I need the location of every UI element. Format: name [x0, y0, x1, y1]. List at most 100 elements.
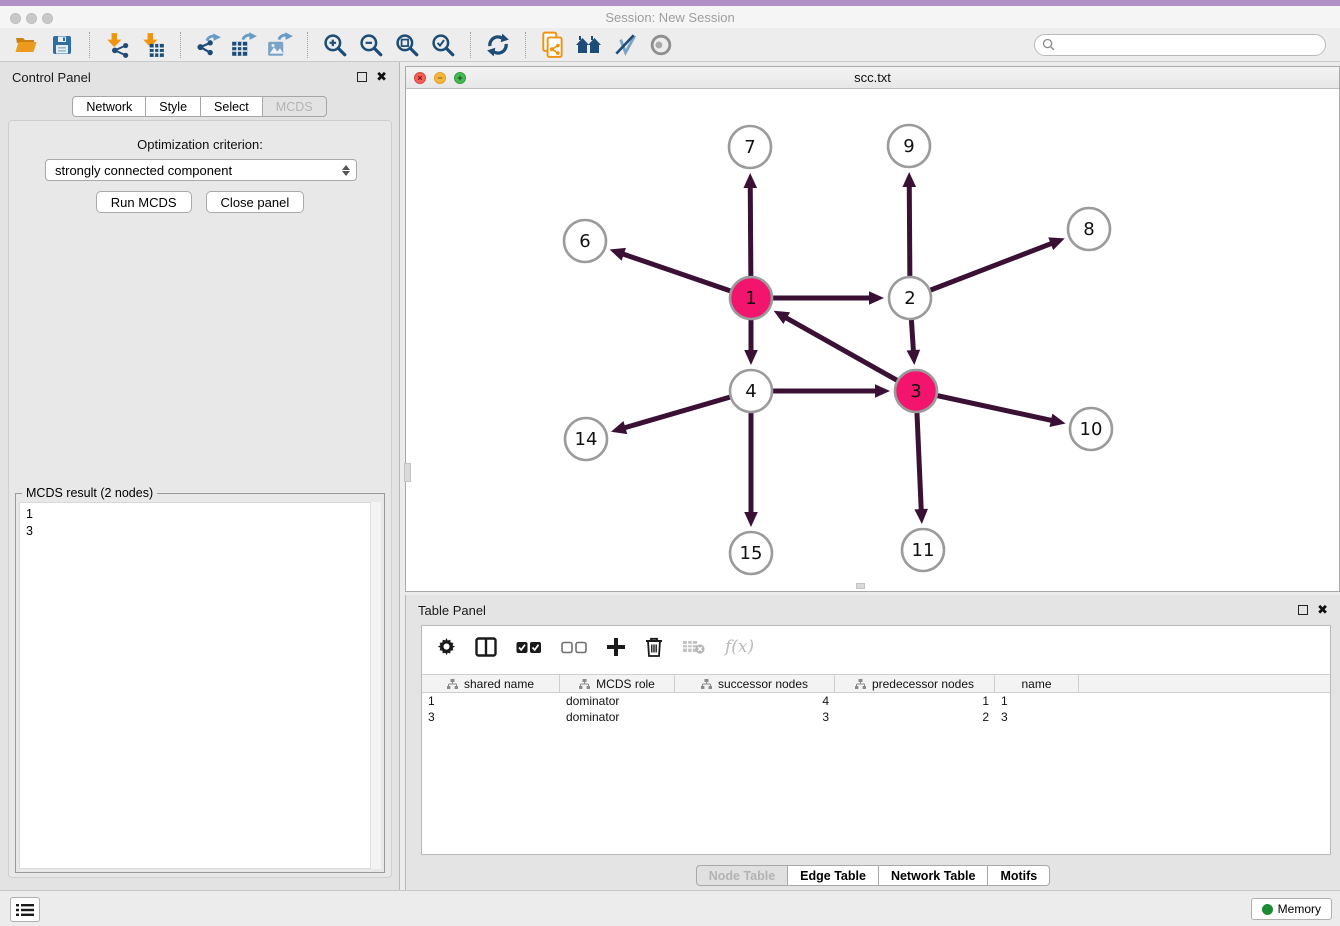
- table-row[interactable]: 3dominator323: [422, 709, 1330, 725]
- refresh-icon[interactable]: [483, 31, 513, 59]
- import-table-icon[interactable]: [138, 31, 168, 59]
- tab-style[interactable]: Style: [146, 96, 201, 117]
- zoom-selected-icon[interactable]: [428, 31, 458, 59]
- save-session-icon[interactable]: [47, 31, 77, 59]
- tab-select[interactable]: Select: [201, 96, 263, 117]
- tab-node-table[interactable]: Node Table: [696, 865, 788, 886]
- select-value: strongly connected component: [55, 163, 232, 178]
- graph-node-label: 7: [744, 137, 755, 158]
- graph-node-label: 4: [745, 381, 756, 402]
- graph-node-label: 11: [912, 540, 935, 561]
- network-canvas[interactable]: 7968124314101511: [406, 89, 1339, 591]
- select-all-checkboxes-icon[interactable]: [516, 641, 542, 654]
- graph-edge-arrowhead: [743, 173, 757, 188]
- graph-node-label: 3: [910, 381, 921, 402]
- search-box[interactable]: [1034, 34, 1326, 56]
- home-view-icon[interactable]: [574, 31, 604, 59]
- float-panel-icon[interactable]: [1298, 605, 1308, 615]
- column-header-predecessor-nodes[interactable]: predecessor nodes: [835, 675, 995, 692]
- table-cell[interactable]: 1: [835, 693, 995, 709]
- table-cell[interactable]: 3: [995, 709, 1079, 725]
- graph-node-label: 1: [745, 288, 756, 309]
- table-row[interactable]: 1dominator411: [422, 693, 1330, 709]
- mcds-result-scrollbar[interactable]: [370, 502, 381, 869]
- toolbar-separator: [307, 32, 308, 58]
- delete-table-icon[interactable]: [682, 639, 706, 655]
- column-header-shared-name[interactable]: shared name: [422, 675, 560, 692]
- control-panel: Control Panel ✖ Network Style Select MCD…: [0, 62, 400, 890]
- graph-edge-3-1[interactable]: [785, 317, 916, 391]
- graph-edge-arrowhead: [875, 384, 890, 398]
- control-panel-header: Control Panel ✖: [0, 62, 399, 92]
- graph-edge-arrowhead: [1048, 237, 1064, 250]
- table-cell[interactable]: 4: [675, 693, 835, 709]
- splitter-grip[interactable]: [404, 463, 411, 482]
- copy-style-icon[interactable]: [538, 31, 568, 59]
- import-network-icon[interactable]: [102, 31, 132, 59]
- close-panel-icon[interactable]: ✖: [376, 72, 387, 82]
- network-graph[interactable]: 7968124314101511: [406, 89, 1339, 591]
- table-cell[interactable]: 2: [835, 709, 995, 725]
- export-network-icon[interactable]: [193, 31, 223, 59]
- memory-button[interactable]: Memory: [1251, 898, 1332, 920]
- tab-network[interactable]: Network: [72, 96, 146, 117]
- table-cell[interactable]: dominator: [560, 693, 675, 709]
- function-builder-icon[interactable]: f(x): [725, 637, 754, 657]
- column-header-label: successor nodes: [718, 677, 808, 691]
- task-history-button[interactable]: [10, 897, 40, 922]
- column-browser-icon[interactable]: [475, 637, 497, 657]
- hierarchy-icon: [855, 679, 866, 689]
- float-panel-icon[interactable]: [357, 72, 367, 82]
- graph-edge-2-8[interactable]: [910, 243, 1053, 298]
- table-cell[interactable]: dominator: [560, 709, 675, 725]
- graph-edge-arrowhead: [869, 291, 884, 305]
- optimization-criterion-label: Optimization criterion:: [9, 137, 391, 152]
- export-image-icon[interactable]: [265, 31, 295, 59]
- add-column-icon[interactable]: [606, 637, 626, 657]
- node-table[interactable]: shared nameMCDS role successor nodes prede…: [422, 674, 1330, 725]
- birds-eye-icon[interactable]: [646, 31, 676, 59]
- column-header-successor-nodes[interactable]: successor nodes: [675, 675, 835, 692]
- open-file-icon[interactable]: [11, 31, 41, 59]
- table-body: 1dominator4113dominator323: [422, 693, 1330, 725]
- list-icon: [16, 903, 34, 917]
- table-panel-tabs: Node Table Edge Table Network Table Moti…: [406, 865, 1340, 886]
- zoom-out-icon[interactable]: [356, 31, 386, 59]
- graph-edge-arrowhead: [744, 512, 758, 527]
- graph-edge-arrowhead: [907, 350, 921, 365]
- tab-mcds[interactable]: MCDS: [263, 96, 327, 117]
- hide-details-icon[interactable]: [610, 31, 640, 59]
- graph-node-label: 8: [1083, 219, 1094, 240]
- network-window-titlebar[interactable]: × − + scc.txt: [406, 67, 1339, 89]
- export-table-icon[interactable]: [229, 31, 259, 59]
- deselect-all-checkboxes-icon[interactable]: [561, 641, 587, 654]
- mcds-result-line: 1: [26, 506, 374, 523]
- table-cell[interactable]: 3: [422, 709, 560, 725]
- hierarchy-icon: [579, 679, 590, 689]
- tab-motifs[interactable]: Motifs: [988, 865, 1050, 886]
- table-cell[interactable]: 1: [422, 693, 560, 709]
- tab-edge-table[interactable]: Edge Table: [788, 865, 879, 886]
- zoom-fit-icon[interactable]: [392, 31, 422, 59]
- close-panel-icon[interactable]: ✖: [1317, 605, 1328, 615]
- table-cell[interactable]: 1: [995, 693, 1079, 709]
- delete-column-icon[interactable]: [645, 637, 663, 657]
- tab-network-table[interactable]: Network Table: [879, 865, 989, 886]
- graph-edge-arrowhead: [611, 421, 627, 434]
- run-mcds-button[interactable]: Run MCDS: [96, 191, 192, 213]
- zoom-in-icon[interactable]: [320, 31, 350, 59]
- graph-edge-arrowhead: [914, 509, 928, 524]
- column-header-MCDS-role[interactable]: MCDS role: [560, 675, 675, 692]
- graph-edge-arrowhead: [744, 350, 758, 365]
- graph-node-label: 10: [1080, 419, 1103, 440]
- table-cell[interactable]: 3: [675, 709, 835, 725]
- table-header-row: shared nameMCDS role successor nodes prede…: [422, 674, 1330, 693]
- mcds-result-textarea[interactable]: 13: [19, 502, 381, 869]
- column-header-name[interactable]: name: [995, 675, 1079, 692]
- splitter-grip[interactable]: [856, 583, 865, 589]
- optimization-criterion-select[interactable]: strongly connected component: [45, 159, 357, 181]
- table-settings-gear-icon[interactable]: [437, 638, 456, 657]
- search-input[interactable]: [1059, 36, 1325, 54]
- close-panel-button[interactable]: Close panel: [206, 191, 305, 213]
- main-toolbar: [0, 28, 1340, 62]
